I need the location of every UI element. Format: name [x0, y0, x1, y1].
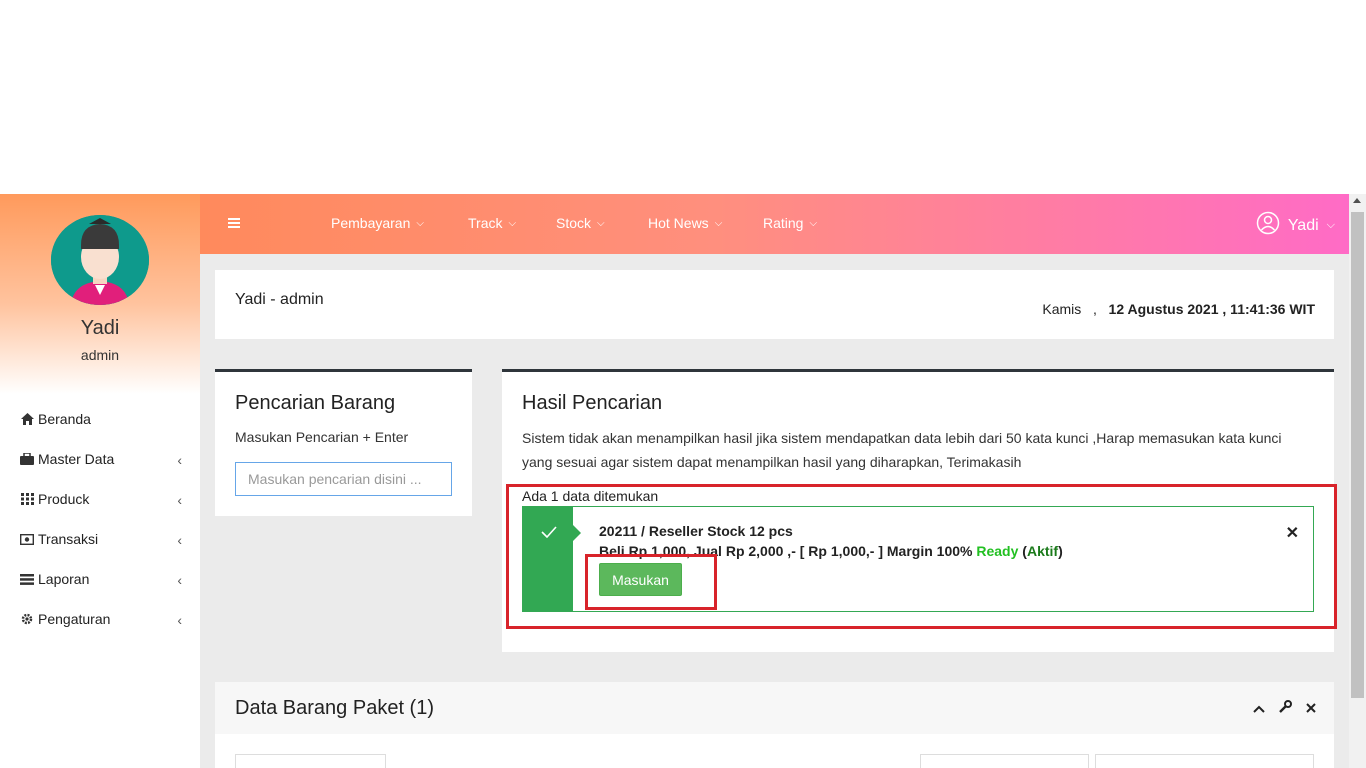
user-icon [1256, 211, 1280, 240]
sidebar-item-label: Produck [38, 491, 90, 507]
nav-hot-news[interactable]: Hot News ⌵ [648, 215, 722, 231]
money-icon [20, 533, 34, 545]
sidebar: Yadi admin Beranda Master Data ‹ Produck… [0, 194, 200, 768]
panel-tools [1253, 700, 1316, 716]
chevron-left-icon: ‹ [177, 572, 182, 588]
day-label: Kamis [1042, 301, 1082, 317]
highlight-button-box [585, 554, 717, 610]
date-time: Kamis , 12 Agustus 2021 , 11:41:36 WIT [1042, 301, 1315, 317]
table-toolbar[interactable] [1095, 754, 1314, 768]
sidebar-item-label: Laporan [38, 571, 90, 587]
table-search-input[interactable] [920, 754, 1089, 768]
date-separator: , [1092, 301, 1097, 317]
scroll-thumb[interactable] [1351, 212, 1364, 698]
chevron-down-icon: ⌵ [508, 217, 517, 229]
close-panel-icon[interactable] [1306, 700, 1316, 716]
data-barang-paket-title: Data Barang Paket (1) [235, 697, 434, 719]
avatar [51, 215, 149, 305]
nav-pembayaran[interactable]: Pembayaran ⌵ [331, 215, 424, 231]
app: Yadi admin Beranda Master Data ‹ Produck… [0, 194, 1366, 768]
sidebar-profile: Yadi admin [0, 194, 200, 394]
briefcase-icon [20, 453, 34, 465]
user-role: admin [80, 347, 120, 363]
chevron-down-icon: ⌵ [416, 217, 424, 229]
grid-icon [20, 493, 34, 505]
main-content: Pembayaran ⌵ Track ⌵ Stock ⌵ Hot News ⌵ … [200, 194, 1349, 768]
chevron-down-icon: ⌵ [714, 217, 723, 229]
nav-stock[interactable]: Stock ⌵ [556, 215, 605, 231]
nav-label: Stock [556, 215, 592, 231]
sidebar-item-label: Master Data [38, 451, 115, 467]
user-dropdown-label: Yadi [1287, 216, 1319, 234]
sidebar-item-label: Transaksi [38, 531, 99, 547]
scroll-up-icon[interactable] [1353, 198, 1361, 203]
hamburger-menu-icon[interactable] [228, 216, 240, 230]
list-icon [20, 573, 34, 585]
collapse-icon[interactable] [1253, 700, 1265, 716]
header-panel: Yadi - admin Kamis , 12 Agustus 2021 , 1… [215, 270, 1334, 339]
search-panel-subtitle: Masukan Pencarian + Enter [235, 429, 409, 445]
wrench-icon[interactable] [1279, 700, 1292, 716]
sidebar-item-beranda[interactable]: Beranda [0, 399, 200, 439]
sidebar-item-transaksi[interactable]: Transaksi ‹ [0, 519, 200, 559]
chevron-left-icon: ‹ [177, 452, 182, 468]
chevron-down-icon: ⌵ [809, 217, 818, 229]
chevron-left-icon: ‹ [177, 612, 182, 628]
sidebar-menu: Beranda Master Data ‹ Produck ‹ Transaks… [0, 399, 200, 639]
sidebar-item-pengaturan[interactable]: Pengaturan ‹ [0, 599, 200, 639]
nav-label: Hot News [648, 215, 709, 231]
result-panel-title: Hasil Pencarian [522, 392, 663, 414]
nav-label: Track [468, 215, 503, 231]
search-panel-title: Pencarian Barang [235, 392, 396, 414]
datetime-value: 12 Agustus 2021 , 11:41:36 WIT [1108, 301, 1315, 317]
user-dropdown[interactable]: Yadi ⌵ [1256, 211, 1335, 240]
chevron-down-icon: ⌵ [597, 217, 605, 229]
nav-label: Rating [763, 215, 804, 231]
sidebar-item-label: Pengaturan [38, 611, 111, 627]
gear-icon [20, 613, 34, 625]
sidebar-item-produck[interactable]: Produck ‹ [0, 479, 200, 519]
chevron-left-icon: ‹ [177, 532, 182, 548]
home-icon [20, 413, 34, 425]
chevron-down-icon: ⌵ [1326, 219, 1335, 231]
chevron-left-icon: ‹ [177, 492, 182, 508]
export-dropdown[interactable] [235, 754, 386, 768]
user-name: Yadi [80, 317, 120, 339]
search-input[interactable] [235, 462, 452, 496]
data-barang-paket-panel: Data Barang Paket (1) [215, 682, 1334, 768]
sidebar-item-laporan[interactable]: Laporan ‹ [0, 559, 200, 599]
sidebar-item-master-data[interactable]: Master Data ‹ [0, 439, 200, 479]
search-panel: Pencarian Barang Masukan Pencarian + Ent… [215, 369, 472, 516]
scrollbar[interactable] [1349, 194, 1366, 768]
nav-rating[interactable]: Rating ⌵ [763, 215, 817, 231]
panel-header: Data Barang Paket (1) [215, 682, 1334, 734]
sidebar-item-label: Beranda [38, 411, 91, 427]
top-navbar: Pembayaran ⌵ Track ⌵ Stock ⌵ Hot News ⌵ … [200, 194, 1349, 254]
nav-label: Pembayaran [331, 215, 411, 231]
page-title: Yadi - admin [235, 291, 324, 308]
result-description: Sistem tidak akan menampilkan hasil jika… [522, 430, 1282, 470]
nav-track[interactable]: Track ⌵ [468, 215, 516, 231]
